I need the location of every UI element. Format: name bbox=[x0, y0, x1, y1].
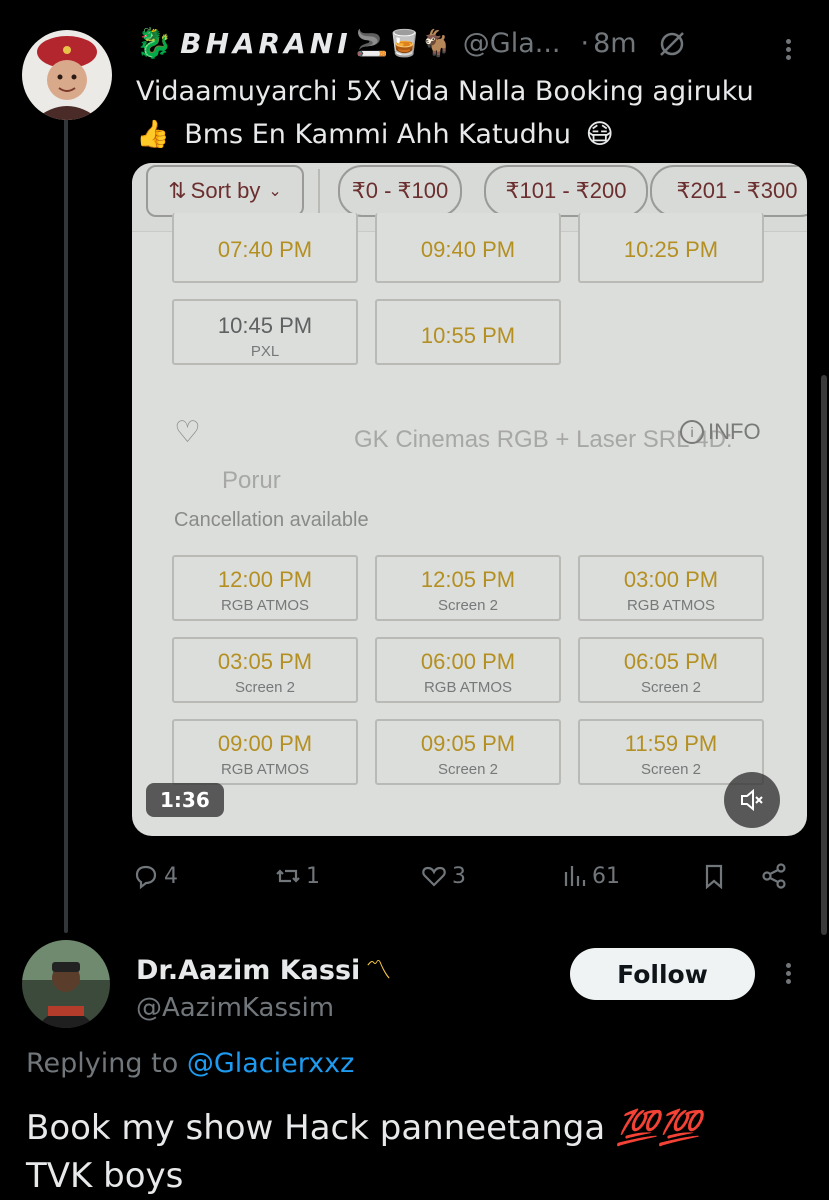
tweet1-text-line2: Bms En Kammi Ahh Katudhu bbox=[184, 119, 572, 150]
dragon-emoji: 🐉 bbox=[136, 26, 173, 60]
repost-button[interactable]: 1 bbox=[274, 862, 320, 890]
avatar-aazim[interactable] bbox=[22, 940, 110, 1028]
showtime-format: RGB ATMOS bbox=[423, 679, 513, 696]
share-button[interactable] bbox=[760, 862, 788, 890]
replying-to: Replying to @Glacierxxz bbox=[26, 1048, 355, 1079]
showtime-time: 12:05 PM bbox=[420, 567, 516, 592]
showtime-slot[interactable]: 10:25 PM bbox=[578, 213, 764, 283]
like-count: 3 bbox=[452, 863, 466, 889]
showtime-slot[interactable]: 09:00 PM RGB ATMOS bbox=[172, 719, 358, 785]
showtime-time: 12:00 PM bbox=[217, 567, 313, 592]
tweet1-text: Vidaamuyarchi 5X Vida Nalla Booking agir… bbox=[136, 70, 806, 156]
price-chip-101-200[interactable]: ₹101 - ₹200 bbox=[484, 165, 648, 217]
views-button[interactable]: 61 bbox=[560, 862, 620, 890]
theatre-name[interactable]: GK Cinemas RGB + Laser SRL 4D: bbox=[354, 418, 733, 462]
theatre-location: Porur bbox=[222, 467, 281, 494]
tweet2-more-options-icon[interactable] bbox=[786, 960, 792, 987]
showtime-slot[interactable]: 06:00 PM RGB ATMOS bbox=[375, 637, 561, 703]
tweet1-handle[interactable]: @Gla... bbox=[463, 28, 561, 59]
cancellation-note: Cancellation available bbox=[174, 509, 369, 531]
showtime-slot[interactable]: 11:59 PM Screen 2 bbox=[578, 719, 764, 785]
showtime-slot[interactable]: 03:00 PM RGB ATMOS bbox=[578, 555, 764, 621]
follow-button[interactable]: Follow bbox=[570, 948, 755, 1000]
price-chip-0-100[interactable]: ₹0 - ₹100 bbox=[338, 165, 462, 217]
muted-conversation-icon bbox=[657, 29, 687, 59]
showtime-slot[interactable]: 12:05 PM Screen 2 bbox=[375, 555, 561, 621]
price-chip-201-300[interactable]: ₹201 - ₹300 bbox=[650, 165, 807, 217]
cigarette-emoji: 🚬 bbox=[355, 28, 389, 59]
showtime-format: Screen 2 bbox=[234, 679, 296, 696]
sort-by-button[interactable]: ⇅ Sort by ⌄ bbox=[146, 165, 304, 217]
showtime-slot[interactable]: 09:40 PM bbox=[375, 213, 561, 283]
video-duration: 1:36 bbox=[146, 783, 224, 817]
replying-to-handle-link[interactable]: @Glacierxxz bbox=[187, 1048, 354, 1079]
showtime-format: Screen 2 bbox=[640, 679, 702, 696]
showtime-slot[interactable]: 12:00 PM RGB ATMOS bbox=[172, 555, 358, 621]
showtime-format: Screen 2 bbox=[437, 761, 499, 778]
repost-icon bbox=[276, 869, 300, 883]
bookmark-icon bbox=[705, 864, 723, 890]
part-alternation-mark-emoji: 〽 bbox=[365, 956, 392, 986]
goat-emoji: 🐐 bbox=[420, 28, 453, 59]
info-button[interactable]: i INFO bbox=[680, 419, 761, 445]
showtime-time: 06:05 PM bbox=[623, 649, 719, 674]
scrollbar[interactable] bbox=[821, 375, 827, 935]
repost-count: 1 bbox=[306, 863, 320, 889]
showtime-slot[interactable]: 06:05 PM Screen 2 bbox=[578, 637, 764, 703]
tweet1-text-line1: Vidaamuyarchi 5X Vida Nalla Booking agir… bbox=[136, 76, 754, 107]
reply-button[interactable]: 4 bbox=[132, 862, 178, 890]
chevron-down-icon: ⌄ bbox=[268, 183, 282, 200]
tweet1-dot-separator: · bbox=[580, 28, 590, 59]
tweet2-text-line1: Book my show Hack panneetanga bbox=[26, 1108, 606, 1148]
mute-icon[interactable] bbox=[724, 772, 780, 828]
showtime-format: RGB ATMOS bbox=[220, 761, 310, 778]
heart-icon bbox=[422, 866, 446, 887]
thread-connector-line bbox=[64, 118, 68, 933]
reply-icon bbox=[135, 865, 157, 890]
thumbs-up-emoji: 👍 bbox=[136, 119, 170, 150]
tweet1-header: 🐉 BHARANI 🚬 🥃 🐐 @Gla... · 8m bbox=[136, 26, 687, 61]
tweet1-display-name[interactable]: BHARANI bbox=[180, 27, 352, 60]
filter-divider bbox=[318, 169, 320, 217]
sort-by-label: Sort by bbox=[190, 178, 261, 203]
showtime-format: RGB ATMOS bbox=[626, 597, 716, 614]
showtime-slot[interactable]: 09:05 PM Screen 2 bbox=[375, 719, 561, 785]
showtime-slot[interactable]: 07:40 PM bbox=[172, 213, 358, 283]
view-count: 61 bbox=[592, 863, 620, 889]
tweet1-actions: 4 1 3 61 bbox=[132, 862, 799, 896]
tweet2-header: Dr.Aazim Kassi 〽 @AazimKassim bbox=[136, 950, 391, 1023]
showtime-format: Screen 2 bbox=[437, 597, 499, 614]
showtime-time: 11:59 PM bbox=[624, 731, 718, 756]
showtime-slot[interactable]: 10:55 PM bbox=[375, 299, 561, 365]
tweet1-more-options-icon[interactable] bbox=[786, 36, 792, 63]
tweet2-handle[interactable]: @AazimKassim bbox=[136, 993, 391, 1023]
hundred-points-emoji: 💯💯 bbox=[616, 1108, 701, 1148]
bookmark-button[interactable] bbox=[700, 862, 728, 890]
tweet2-text: Book my show Hack panneetanga 💯💯 TVK boy… bbox=[26, 1104, 806, 1200]
showtime-format: Screen 2 bbox=[640, 761, 702, 778]
favorite-heart-icon[interactable]: ♡ bbox=[174, 415, 201, 450]
mask-face-emoji: 😷 bbox=[585, 119, 614, 150]
tweet1-video[interactable]: ⇅ Sort by ⌄ ₹0 - ₹100 ₹101 - ₹200 ₹201 -… bbox=[132, 163, 807, 836]
reply-count: 4 bbox=[164, 863, 178, 889]
showtime-time: 09:05 PM bbox=[420, 731, 516, 756]
tweet1-timestamp[interactable]: 8m bbox=[593, 28, 636, 59]
info-icon: i bbox=[680, 420, 704, 444]
showtime-slot[interactable]: 10:45 PM PXL bbox=[172, 299, 358, 365]
showtime-format: RGB ATMOS bbox=[220, 597, 310, 614]
showtime-slot[interactable]: 03:05 PM Screen 2 bbox=[172, 637, 358, 703]
views-chart-icon bbox=[564, 866, 586, 886]
showtime-time: 03:00 PM bbox=[623, 567, 719, 592]
whisky-glass-emoji: 🥃 bbox=[388, 28, 421, 59]
tweet2-display-name[interactable]: Dr.Aazim Kassi bbox=[136, 955, 360, 986]
showtime-time: 03:05 PM bbox=[217, 649, 313, 674]
avatar-bharani[interactable] bbox=[22, 30, 112, 120]
tweet2-text-line2: TVK boys bbox=[26, 1156, 184, 1196]
share-icon bbox=[762, 863, 786, 889]
sort-arrows-icon: ⇅ bbox=[168, 178, 187, 203]
like-button[interactable]: 3 bbox=[420, 862, 466, 890]
showtime-time: 09:00 PM bbox=[217, 731, 313, 756]
showtime-time: 06:00 PM bbox=[420, 649, 516, 674]
